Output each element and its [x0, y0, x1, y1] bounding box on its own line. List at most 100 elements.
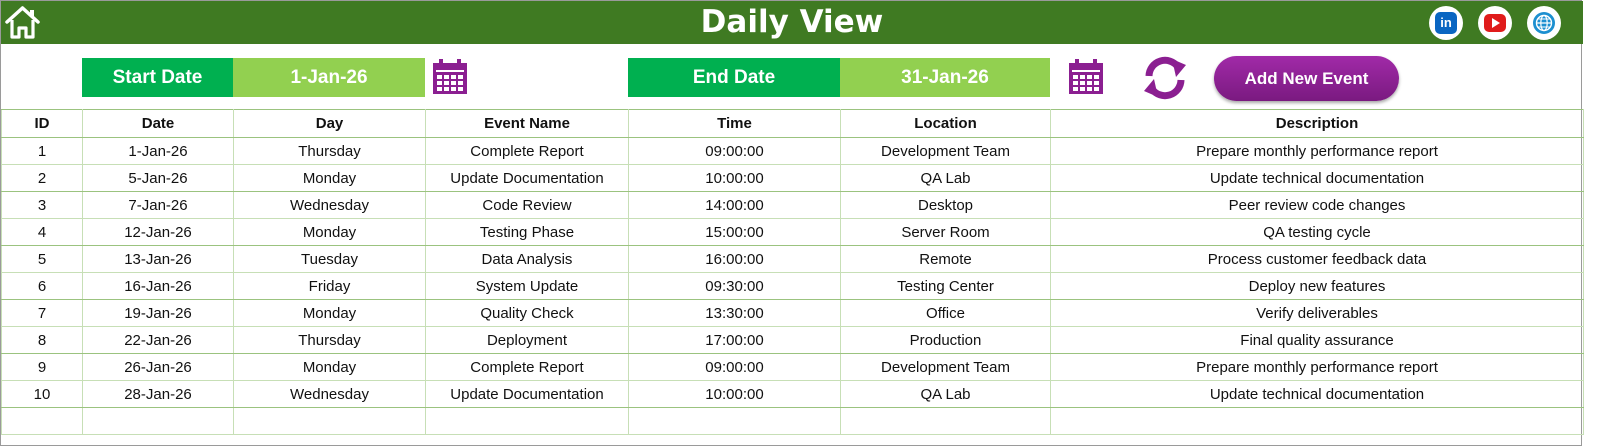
- cell-day[interactable]: Wednesday: [233, 380, 426, 408]
- column-header-description[interactable]: Description: [1050, 109, 1584, 138]
- cell-id[interactable]: 8: [1, 326, 83, 354]
- calendar-icon[interactable]: [431, 58, 469, 96]
- cell-location[interactable]: Remote: [840, 245, 1051, 273]
- end-date-value[interactable]: 31-Jan-26: [840, 58, 1050, 97]
- cell-time[interactable]: 10:00:00: [628, 164, 841, 192]
- cell-event-name[interactable]: Code Review: [425, 191, 629, 219]
- table-row[interactable]: 2 5-Jan-26 Monday Update Documentation 10:00…: [1, 164, 1584, 192]
- cell-description[interactable]: QA testing cycle: [1050, 218, 1584, 246]
- table-row[interactable]: 8 22-Jan-26 Thursday Deployment 17:00:00 Prod…: [1, 326, 1584, 354]
- cell-event-name[interactable]: Testing Phase: [425, 218, 629, 246]
- column-header-day[interactable]: Day: [233, 109, 426, 138]
- cell-day[interactable]: Tuesday: [233, 245, 426, 273]
- cell-event-name[interactable]: System Update: [425, 272, 629, 300]
- cell-id[interactable]: 2: [1, 164, 83, 192]
- cell-description[interactable]: Peer review code changes: [1050, 191, 1584, 219]
- cell-time[interactable]: 10:00:00: [628, 380, 841, 408]
- cell-date[interactable]: 1-Jan-26: [82, 137, 234, 165]
- cell-day[interactable]: Monday: [233, 164, 426, 192]
- cell-location[interactable]: Office: [840, 299, 1051, 327]
- cell-id[interactable]: 4: [1, 218, 83, 246]
- cell-location[interactable]: Production: [840, 326, 1051, 354]
- cell-time[interactable]: 09:30:00: [628, 272, 841, 300]
- cell-id[interactable]: 3: [1, 191, 83, 219]
- table-row[interactable]: 3 7-Jan-26 Wednesday Code Review 14:00:00 Des…: [1, 191, 1584, 219]
- cell-event-name[interactable]: Update Documentation: [425, 380, 629, 408]
- column-header-date[interactable]: Date: [82, 109, 234, 138]
- cell-day[interactable]: Thursday: [233, 326, 426, 354]
- cell-date[interactable]: 28-Jan-26: [82, 380, 234, 408]
- cell-time[interactable]: 13:30:00: [628, 299, 841, 327]
- cell-day[interactable]: Monday: [233, 353, 426, 381]
- column-header-id[interactable]: ID: [1, 109, 83, 138]
- cell-description[interactable]: Prepare monthly performance report: [1050, 353, 1584, 381]
- cell-description[interactable]: Update technical documentation: [1050, 164, 1584, 192]
- table-row[interactable]: 6 16-Jan-26 Friday System Update 09:30:00 Tes…: [1, 272, 1584, 300]
- refresh-icon[interactable]: [1140, 55, 1190, 101]
- home-icon[interactable]: [4, 4, 41, 40]
- cell-id[interactable]: 10: [1, 380, 83, 408]
- cell-date[interactable]: [82, 407, 234, 435]
- cell-event-name[interactable]: [425, 407, 629, 435]
- cell-id[interactable]: 9: [1, 353, 83, 381]
- cell-event-name[interactable]: Complete Report: [425, 353, 629, 381]
- cell-date[interactable]: 19-Jan-26: [82, 299, 234, 327]
- column-header-time[interactable]: Time: [628, 109, 841, 138]
- cell-event-name[interactable]: Quality Check: [425, 299, 629, 327]
- youtube-icon[interactable]: [1478, 6, 1512, 40]
- cell-description[interactable]: Verify deliverables: [1050, 299, 1584, 327]
- linkedin-icon[interactable]: in: [1429, 6, 1463, 40]
- cell-date[interactable]: 22-Jan-26: [82, 326, 234, 354]
- cell-description[interactable]: Process customer feedback data: [1050, 245, 1584, 273]
- cell-date[interactable]: 7-Jan-26: [82, 191, 234, 219]
- start-date-value[interactable]: 1-Jan-26: [233, 58, 425, 97]
- table-row[interactable]: [1, 407, 1584, 435]
- cell-location[interactable]: [840, 407, 1051, 435]
- cell-location[interactable]: QA Lab: [840, 380, 1051, 408]
- cell-day[interactable]: Thursday: [233, 137, 426, 165]
- cell-time[interactable]: 15:00:00: [628, 218, 841, 246]
- cell-description[interactable]: Update technical documentation: [1050, 380, 1584, 408]
- cell-id[interactable]: 5: [1, 245, 83, 273]
- cell-event-name[interactable]: Deployment: [425, 326, 629, 354]
- cell-time[interactable]: 09:00:00: [628, 353, 841, 381]
- cell-time[interactable]: 17:00:00: [628, 326, 841, 354]
- cell-time[interactable]: [628, 407, 841, 435]
- cell-day[interactable]: Monday: [233, 218, 426, 246]
- cell-id[interactable]: 6: [1, 272, 83, 300]
- cell-day[interactable]: Monday: [233, 299, 426, 327]
- cell-date[interactable]: 13-Jan-26: [82, 245, 234, 273]
- calendar-icon[interactable]: [1067, 58, 1105, 96]
- column-header-location[interactable]: Location: [840, 109, 1051, 138]
- table-row[interactable]: 9 26-Jan-26 Monday Complete Report 09:00:00 D…: [1, 353, 1584, 381]
- cell-day[interactable]: Wednesday: [233, 191, 426, 219]
- cell-description[interactable]: Final quality assurance: [1050, 326, 1584, 354]
- globe-icon[interactable]: [1527, 6, 1561, 40]
- cell-event-name[interactable]: Complete Report: [425, 137, 629, 165]
- cell-day[interactable]: Friday: [233, 272, 426, 300]
- cell-location[interactable]: Development Team: [840, 137, 1051, 165]
- cell-id[interactable]: 7: [1, 299, 83, 327]
- cell-location[interactable]: Testing Center: [840, 272, 1051, 300]
- column-header-event-name[interactable]: Event Name: [425, 109, 629, 138]
- table-row[interactable]: 7 19-Jan-26 Monday Quality Check 13:30:00 Off…: [1, 299, 1584, 327]
- cell-date[interactable]: 12-Jan-26: [82, 218, 234, 246]
- table-row[interactable]: 4 12-Jan-26 Monday Testing Phase 15:00:00 Ser…: [1, 218, 1584, 246]
- cell-event-name[interactable]: Data Analysis: [425, 245, 629, 273]
- table-row[interactable]: 1 1-Jan-26 Thursday Complete Report 09:00:00…: [1, 137, 1584, 165]
- cell-date[interactable]: 26-Jan-26: [82, 353, 234, 381]
- table-row[interactable]: 10 28-Jan-26 Wednesday Update Documentation…: [1, 380, 1584, 408]
- cell-location[interactable]: Desktop: [840, 191, 1051, 219]
- cell-event-name[interactable]: Update Documentation: [425, 164, 629, 192]
- cell-description[interactable]: Deploy new features: [1050, 272, 1584, 300]
- cell-date[interactable]: 5-Jan-26: [82, 164, 234, 192]
- cell-id[interactable]: 1: [1, 137, 83, 165]
- cell-location[interactable]: QA Lab: [840, 164, 1051, 192]
- cell-day[interactable]: [233, 407, 426, 435]
- table-row[interactable]: 5 13-Jan-26 Tuesday Data Analysis 16:00:00 Re…: [1, 245, 1584, 273]
- add-new-event-button[interactable]: Add New Event: [1214, 56, 1399, 101]
- cell-date[interactable]: 16-Jan-26: [82, 272, 234, 300]
- cell-location[interactable]: Server Room: [840, 218, 1051, 246]
- cell-time[interactable]: 09:00:00: [628, 137, 841, 165]
- cell-description[interactable]: Prepare monthly performance report: [1050, 137, 1584, 165]
